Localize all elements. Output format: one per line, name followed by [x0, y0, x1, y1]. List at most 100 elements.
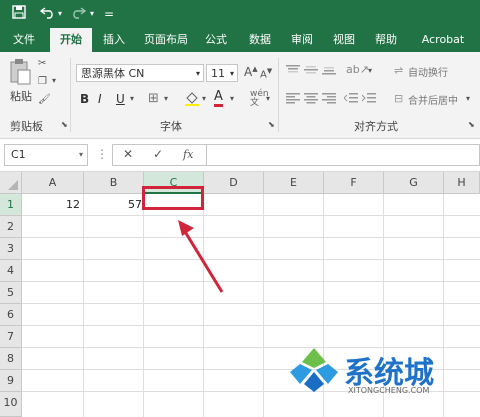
customize-toolbar-icon[interactable]: = — [104, 5, 114, 23]
tab-page-layout[interactable]: 页面布局 — [136, 28, 196, 52]
ribbon-home: 粘贴 ✂ ❐ ▾ 🖌 剪贴板 ⬊ 思源黑体 CN ▾ 11 ▾ A▲ A▼ B … — [0, 52, 480, 139]
row-header-5[interactable]: 5 — [0, 282, 22, 304]
undo-dropdown-icon[interactable]: ▾ — [58, 5, 62, 23]
gridline — [22, 259, 480, 260]
increase-indent-icon[interactable] — [361, 92, 376, 107]
row-header-1[interactable]: 1 — [0, 194, 22, 216]
select-all-corner[interactable] — [0, 172, 22, 194]
enter-icon[interactable]: ✓ — [153, 147, 163, 161]
align-bottom-icon[interactable] — [322, 64, 336, 79]
gridline — [22, 303, 480, 304]
clipboard-group-label: 剪贴板 — [10, 120, 43, 133]
redo-dropdown-icon[interactable]: ▾ — [90, 5, 94, 23]
watermark-url: XITONGCHENG.COM — [348, 386, 430, 395]
format-painter-icon[interactable]: 🖌 — [38, 94, 51, 105]
underline-dropdown-icon[interactable]: ▾ — [130, 94, 134, 103]
cell-a1[interactable]: 12 — [22, 194, 80, 216]
font-size-value: 11 — [211, 67, 225, 80]
ribbon-tabs: 文件 开始 插入 页面布局 公式 数据 审阅 视图 帮助 Acrobat — [0, 28, 480, 53]
row-header-6[interactable]: 6 — [0, 304, 22, 326]
gridline — [443, 194, 444, 417]
row-header-8[interactable]: 8 — [0, 348, 22, 370]
font-launcher-icon[interactable]: ⬊ — [268, 120, 275, 129]
orientation-dropdown-icon[interactable]: ▾ — [368, 66, 372, 75]
decrease-font-icon[interactable]: A▼ — [260, 67, 272, 80]
row-header-9[interactable]: 9 — [0, 370, 22, 392]
fill-dropdown-icon[interactable]: ▾ — [202, 94, 206, 103]
column-header-f[interactable]: F — [324, 172, 384, 194]
row-header-7[interactable]: 7 — [0, 326, 22, 348]
font-size-select[interactable]: 11 ▾ — [206, 64, 238, 82]
tab-acrobat[interactable]: Acrobat — [412, 28, 474, 52]
copy-dropdown-icon[interactable]: ▾ — [52, 76, 56, 85]
increase-font-icon[interactable]: A▲ — [244, 65, 258, 79]
merge-center-icon[interactable]: ⊟ — [394, 92, 403, 105]
cut-icon[interactable]: ✂ — [38, 58, 46, 69]
redo-icon[interactable] — [70, 5, 87, 25]
row-header-2[interactable]: 2 — [0, 216, 22, 238]
gridline — [22, 237, 480, 238]
align-middle-icon[interactable] — [304, 64, 318, 79]
gridline — [22, 325, 480, 326]
bold-button[interactable]: B — [80, 92, 89, 106]
paste-button[interactable] — [8, 58, 34, 89]
divider — [278, 58, 279, 132]
row-header-10[interactable]: 10 — [0, 392, 22, 417]
wrap-text-icon[interactable]: ⇌ — [394, 64, 403, 77]
name-box[interactable]: C1 ▾ — [4, 144, 88, 166]
merge-dropdown-icon[interactable]: ▾ — [466, 94, 470, 103]
cell-b1[interactable]: 57 — [84, 194, 142, 216]
alignment-launcher-icon[interactable]: ⬊ — [468, 120, 475, 129]
clipboard-launcher-icon[interactable]: ⬊ — [61, 120, 68, 129]
column-header-b[interactable]: B — [84, 172, 144, 194]
tab-data[interactable]: 数据 — [242, 28, 278, 52]
column-header-d[interactable]: D — [204, 172, 264, 194]
font-color-icon[interactable]: A — [214, 90, 223, 107]
font-color-dropdown-icon[interactable]: ▾ — [230, 94, 234, 103]
orientation-icon[interactable]: ab↗ — [346, 63, 369, 76]
copy-icon[interactable]: ❐ — [38, 76, 47, 87]
font-name-value: 思源黑体 CN — [81, 67, 145, 80]
gridline — [83, 194, 84, 417]
italic-button[interactable]: I — [98, 92, 102, 106]
insert-function-icon[interactable]: fx — [183, 148, 193, 161]
undo-icon[interactable] — [39, 5, 56, 25]
tab-insert[interactable]: 插入 — [96, 28, 132, 52]
save-icon[interactable] — [12, 5, 26, 25]
fill-color-icon[interactable] — [184, 90, 200, 109]
underline-button[interactable]: U — [116, 92, 125, 106]
font-name-select[interactable]: 思源黑体 CN ▾ — [76, 64, 204, 82]
paste-label: 粘贴 — [10, 90, 32, 103]
column-header-h[interactable]: H — [444, 172, 480, 194]
align-right-icon[interactable] — [322, 92, 336, 107]
gridline — [22, 281, 480, 282]
borders-dropdown-icon[interactable]: ▾ — [164, 94, 168, 103]
tab-file[interactable]: 文件 — [6, 28, 42, 52]
row-header-4[interactable]: 4 — [0, 260, 22, 282]
more-options-icon[interactable]: ⋮ — [96, 147, 108, 161]
align-left-icon[interactable] — [286, 92, 300, 107]
column-header-g[interactable]: G — [384, 172, 444, 194]
row-header-3[interactable]: 3 — [0, 238, 22, 260]
decrease-indent-icon[interactable] — [343, 92, 358, 107]
cancel-icon[interactable]: ✕ — [123, 147, 133, 161]
column-header-a[interactable]: A — [22, 172, 84, 194]
align-center-icon[interactable] — [304, 92, 318, 107]
tab-review[interactable]: 审阅 — [284, 28, 320, 52]
paste-icon — [10, 59, 31, 85]
merge-center-label[interactable]: 合并后居中 — [408, 92, 458, 107]
chevron-down-icon: ▾ — [78, 150, 83, 159]
gridline — [263, 194, 264, 417]
tab-help[interactable]: 帮助 — [368, 28, 404, 52]
align-top-icon[interactable] — [286, 64, 300, 79]
selected-cell-highlight — [142, 186, 204, 210]
wrap-text-label[interactable]: 自动换行 — [408, 64, 448, 79]
phonetic-dropdown-icon[interactable]: ▾ — [266, 94, 270, 103]
chevron-down-icon: ▾ — [195, 69, 200, 78]
tab-home[interactable]: 开始 — [50, 28, 92, 53]
borders-icon[interactable]: ⊞ — [148, 91, 159, 106]
formula-input[interactable] — [206, 144, 480, 166]
tab-view[interactable]: 视图 — [326, 28, 362, 52]
column-header-e[interactable]: E — [264, 172, 324, 194]
tab-formulas[interactable]: 公式 — [198, 28, 234, 52]
